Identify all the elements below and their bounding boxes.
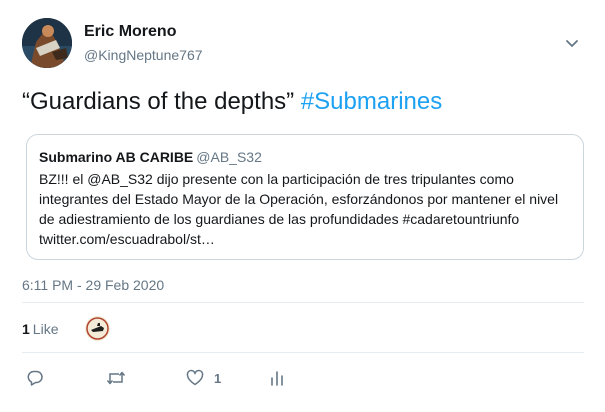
heart-icon <box>186 369 204 387</box>
quoted-tweet-header: Submarino AB CARIBE @AB_S32 <box>39 148 571 166</box>
retweet-icon <box>106 369 126 387</box>
hashtag-link[interactable]: #Submarines <box>301 88 442 115</box>
reply-button[interactable] <box>26 364 44 392</box>
quoted-text-line: integrantes del Estado Mayor de la Opera… <box>39 191 559 207</box>
author-names: Eric Moreno @KingNeptune767 <box>84 22 203 65</box>
likes-count: 1 <box>22 321 30 337</box>
author-avatar[interactable] <box>22 18 72 68</box>
quoted-tweet-text: BZ!!! el @AB_S32 dijo presente con la pa… <box>39 169 571 249</box>
retweet-button[interactable] <box>106 364 126 392</box>
tweet-actions: 1 <box>22 364 584 392</box>
reply-icon <box>26 369 44 387</box>
likes-label: Like <box>32 321 59 337</box>
divider <box>22 352 584 353</box>
analytics-button[interactable] <box>270 364 284 392</box>
likes-link[interactable]: 1 Like <box>22 320 58 338</box>
tweet-header: Eric Moreno @KingNeptune767 <box>22 18 587 70</box>
quoted-text-line: BZ!!! el @AB_S32 dijo presente con la pa… <box>39 171 514 187</box>
tweet-text: “Guardians of the depths” #Submarines <box>22 86 442 118</box>
quoted-handle: @AB_S32 <box>196 149 262 165</box>
quoted-text-line: de adiestramiento de los guardianes de l… <box>39 211 520 227</box>
quoted-tweet-card[interactable]: Submarino AB CARIBE @AB_S32 BZ!!! el @AB_… <box>26 134 584 260</box>
likes-row: 1 Like <box>22 310 584 348</box>
analytics-icon <box>270 369 284 387</box>
quoted-display-name: Submarino AB CARIBE <box>39 149 194 165</box>
liker-avatar[interactable] <box>85 316 110 341</box>
author-display-name[interactable]: Eric Moreno <box>84 22 203 42</box>
chevron-down-icon[interactable] <box>563 34 581 52</box>
like-button[interactable]: 1 <box>186 364 221 392</box>
author-handle[interactable]: @KingNeptune767 <box>84 45 203 65</box>
like-count: 1 <box>214 370 222 386</box>
tweet-text-prefix: “Guardians of the depths” <box>22 88 301 115</box>
divider <box>22 302 584 303</box>
tweet-timestamp[interactable]: 6:11 PM - 29 Feb 2020 <box>22 276 164 294</box>
quoted-text-line: twitter.com/escuadrabol/st… <box>39 231 215 247</box>
